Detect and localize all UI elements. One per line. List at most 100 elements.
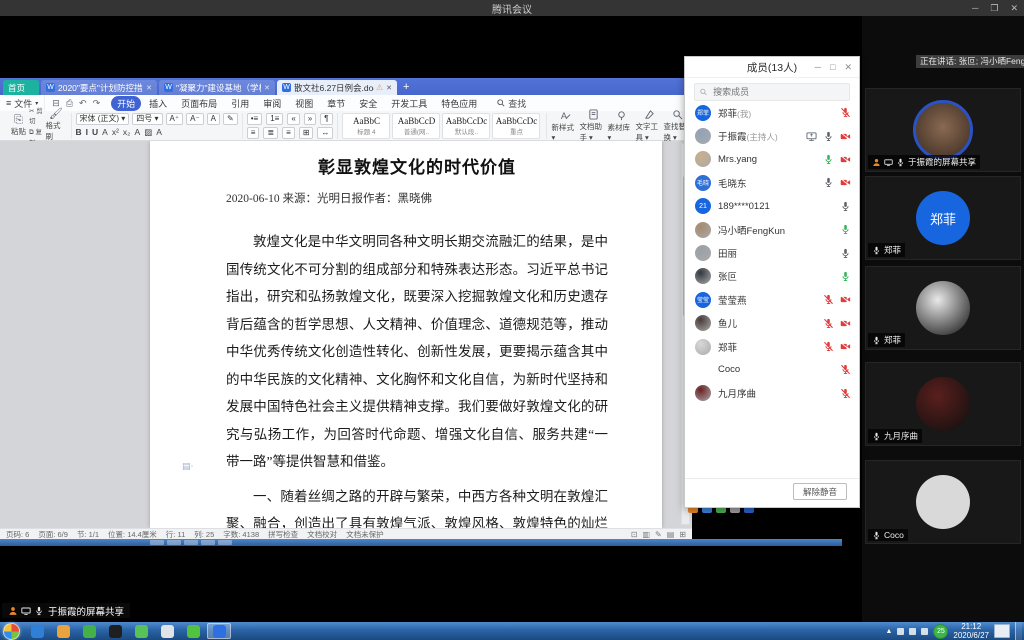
wps-document-tab-active[interactable]: W 散文社6.27日例会.docx ⚠ ✕ <box>277 80 397 95</box>
video-tile[interactable]: 郑菲 郑菲 <box>865 176 1021 260</box>
tool-素材库[interactable]: 素材库 ▾ <box>607 110 635 142</box>
member-row[interactable]: Mrs.yang <box>685 148 859 171</box>
text-effects-button[interactable]: A <box>207 113 220 125</box>
new-tab-button[interactable]: + <box>403 80 409 95</box>
taskbar-icon-tencent-meeting[interactable] <box>207 623 231 639</box>
mic-active-icon[interactable] <box>840 224 851 235</box>
pinyin-button[interactable]: ✎ <box>223 113 238 125</box>
italic-button[interactable]: I <box>86 127 88 137</box>
document-page[interactable]: 彰显敦煌文化的时代价值 2020-06-10 来源：光明日报作者：黑晓佛 敦煌文… <box>150 141 662 528</box>
member-search[interactable] <box>694 83 850 101</box>
video-tile[interactable]: 于振霞的屏幕共享 <box>865 88 1021 172</box>
ribbon-tab-章节[interactable]: 章节 <box>321 96 351 111</box>
spacing-button[interactable]: ↔ <box>317 127 333 139</box>
minimize-icon[interactable]: ─ <box>972 3 978 13</box>
style-普通(网..[interactable]: AaBbCcD普通(网.. <box>392 113 440 139</box>
edit-view-icon[interactable]: ✎ <box>655 530 662 539</box>
subscript-button[interactable]: x₂ <box>123 127 131 137</box>
distribute-button[interactable]: ⊞ <box>299 127 314 139</box>
font-name-select[interactable]: 宋体 (正文) ▾ <box>76 113 130 125</box>
show-desktop-button[interactable] <box>1015 622 1022 640</box>
mic-on-icon[interactable] <box>823 177 834 188</box>
close-icon[interactable]: ✕ <box>1010 3 1018 14</box>
fullscreen-view-icon[interactable]: ⊡ <box>631 530 638 539</box>
camera-off-icon[interactable] <box>840 341 851 352</box>
style-默认段..[interactable]: AaBbCcDc默认段.. <box>442 113 490 139</box>
360-tray-badge[interactable]: 25 <box>933 624 948 639</box>
close-icon[interactable]: ✕ <box>844 62 852 73</box>
tab-close-icon[interactable]: ✕ <box>146 84 152 92</box>
unmute-button[interactable]: 解除静音 <box>793 483 847 500</box>
bold-button[interactable]: B <box>76 127 82 137</box>
page-view-icon[interactable]: ▥ <box>642 530 650 539</box>
member-row[interactable]: 张叵 <box>685 265 859 288</box>
tab-close-icon[interactable]: ✕ <box>386 84 392 92</box>
taskbar-clock[interactable]: 21:12 2020/6/27 <box>953 622 989 640</box>
camera-off-icon[interactable] <box>840 131 851 142</box>
ribbon-tab-开发工具[interactable]: 开发工具 <box>385 96 433 111</box>
paste-button[interactable]: ⎘粘贴 <box>8 115 29 137</box>
font-size-select[interactable]: 四号 ▾ <box>132 113 162 125</box>
decrease-indent-button[interactable]: « <box>287 113 299 125</box>
member-row[interactable]: Coco <box>685 358 859 381</box>
mic-on-icon[interactable] <box>840 201 851 212</box>
format-painter-button[interactable]: 🖌格式刷 <box>45 109 66 142</box>
minimize-icon[interactable]: ─ <box>815 62 821 72</box>
video-tile[interactable]: 郑菲 <box>865 266 1021 350</box>
member-row[interactable]: 郑菲 <box>685 335 859 358</box>
mic-on-icon[interactable] <box>840 248 851 259</box>
input-method-icon[interactable] <box>921 628 928 635</box>
taskbar-icon-360-safety[interactable] <box>129 623 153 639</box>
member-row[interactable]: 于振霞(主持人) <box>685 124 859 147</box>
ribbon-tab-插入[interactable]: 插入 <box>143 96 173 111</box>
taskbar-icon-sogou-input[interactable] <box>51 623 75 639</box>
tab-close-icon[interactable]: ✕ <box>264 84 270 92</box>
wps-home-tab[interactable]: 首页 <box>3 80 39 95</box>
mic-muted-icon[interactable] <box>840 107 851 118</box>
mic-muted-icon[interactable] <box>823 294 834 305</box>
save-icon[interactable]: ⊟ <box>52 98 60 109</box>
ribbon-search[interactable]: 查找 <box>497 97 526 110</box>
member-row[interactable]: 九月序曲 <box>685 382 859 405</box>
volume-icon[interactable] <box>897 628 904 635</box>
wps-document-tab[interactable]: W 2020"要点"计划防控措施 ✕ <box>41 80 157 95</box>
strikethrough-button[interactable]: A <box>102 127 108 137</box>
read-view-icon[interactable]: ▤ <box>667 530 675 539</box>
member-row[interactable]: 鱼儿 <box>685 312 859 335</box>
ribbon-tab-引用[interactable]: 引用 <box>225 96 255 111</box>
tool-新样式[interactable]: A新样式 ▾ <box>551 110 579 142</box>
style-标题 4[interactable]: AaBbC标题 4 <box>342 113 390 139</box>
mic-muted-icon[interactable] <box>823 341 834 352</box>
justify-button[interactable]: ≣ <box>263 127 278 139</box>
tool-文档助手[interactable]: 文档助手 ▾ <box>579 109 607 143</box>
camera-off-icon[interactable] <box>840 294 851 305</box>
maximize-icon[interactable]: □ <box>830 62 835 72</box>
taskbar-icon-wechat[interactable] <box>181 623 205 639</box>
network-icon[interactable] <box>909 628 916 635</box>
ribbon-tab-审阅[interactable]: 审阅 <box>257 96 287 111</box>
align-right-button[interactable]: ≡ <box>282 127 295 139</box>
ribbon-tab-页面布局[interactable]: 页面布局 <box>175 96 223 111</box>
web-view-icon[interactable]: ⊞ <box>679 530 686 539</box>
start-button[interactable] <box>3 623 20 640</box>
underline-button[interactable]: U <box>92 127 98 137</box>
taskbar-icon-browser[interactable] <box>25 623 49 639</box>
paragraph-mark-button[interactable]: ¶ <box>320 113 332 125</box>
camera-off-icon[interactable] <box>840 318 851 329</box>
undo-icon[interactable]: ↶ <box>79 98 87 109</box>
taskbar-icon-camera-app[interactable] <box>103 623 127 639</box>
wps-document-tab[interactable]: W "凝聚力"建设基地（学校） ✕ <box>159 80 275 95</box>
mic-muted-icon[interactable] <box>823 318 834 329</box>
camera-off-icon[interactable] <box>840 154 851 165</box>
taskbar-icon-video-player[interactable] <box>77 623 101 639</box>
align-left-button[interactable]: ≡ <box>247 127 260 139</box>
member-row[interactable]: 冯小晒FengKun <box>685 218 859 241</box>
shading-button[interactable]: ▨ <box>144 127 152 138</box>
mic-active-icon[interactable] <box>823 154 834 165</box>
style-重点[interactable]: AaBbCcDc重点 <box>492 113 540 139</box>
grow-font-button[interactable]: A⁺ <box>166 113 184 125</box>
member-row[interactable]: 21189****0121 <box>685 195 859 218</box>
member-row[interactable]: 莹莹莹莹燕 <box>685 288 859 311</box>
member-search-input[interactable] <box>711 86 844 98</box>
ribbon-tab-视图[interactable]: 视图 <box>289 96 319 111</box>
